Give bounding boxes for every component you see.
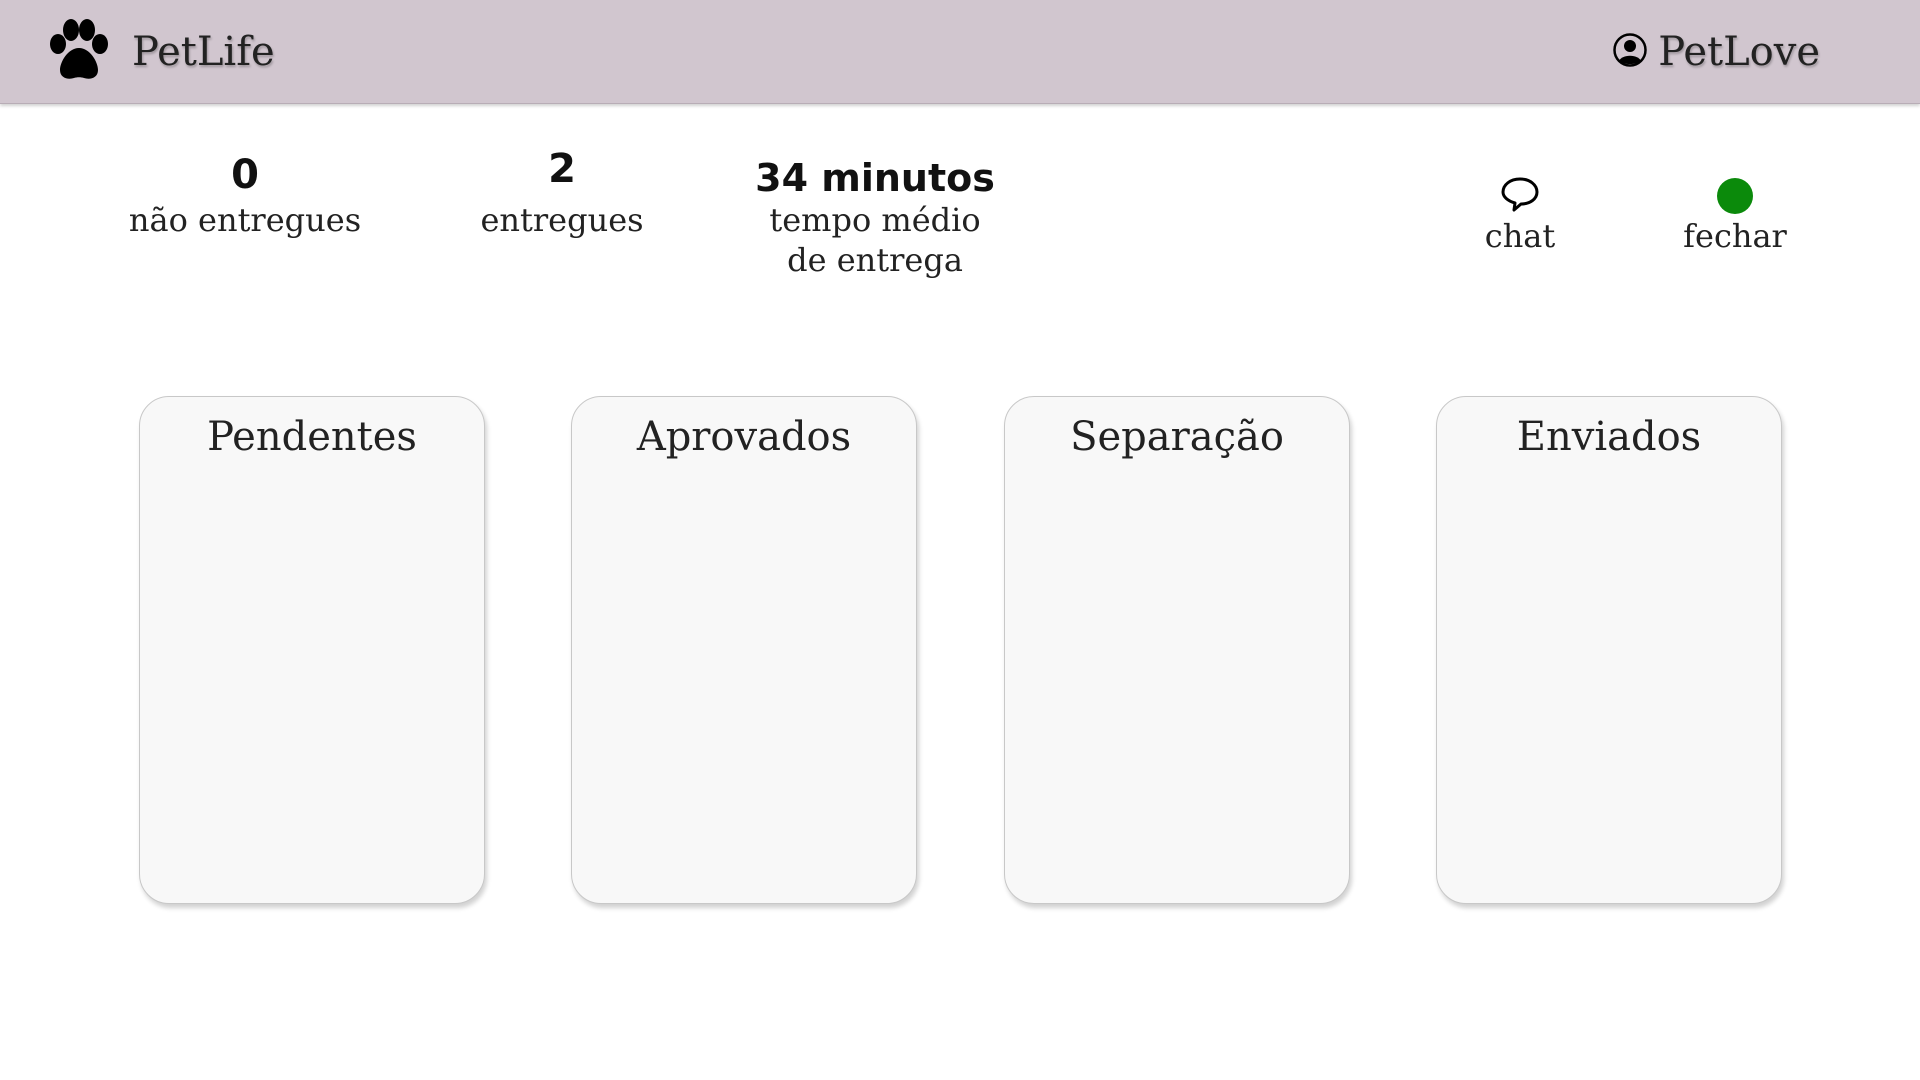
close-label: fechar — [1683, 217, 1787, 255]
column-title: Separação — [1070, 414, 1284, 460]
column-separation[interactable]: Separação — [1004, 396, 1350, 904]
column-title: Enviados — [1516, 414, 1702, 460]
paw-icon — [44, 18, 114, 86]
stat-delivered: 2 entregues — [462, 144, 662, 240]
stat-value: 2 — [548, 146, 576, 192]
stat-not-delivered: 0 não entregues — [120, 150, 370, 240]
brand[interactable]: PetLife — [44, 18, 275, 86]
chat-button[interactable]: chat — [1470, 176, 1570, 256]
column-pending[interactable]: Pendentes — [139, 396, 485, 904]
order-board: Pendentes Aprovados Separação Enviados — [139, 396, 1782, 904]
column-approved[interactable]: Aprovados — [571, 396, 917, 904]
user-menu[interactable]: PetLove — [1612, 20, 1820, 84]
speech-bubble-icon — [1500, 175, 1540, 217]
column-shipped[interactable]: Enviados — [1436, 396, 1782, 904]
stat-label: tempo médio de entrega — [769, 201, 981, 279]
app-name: PetLife — [132, 29, 275, 75]
user-name: PetLove — [1658, 29, 1820, 75]
top-bar: PetLife PetLove — [0, 0, 1920, 104]
close-store-toggle[interactable]: fechar — [1670, 176, 1800, 256]
user-circle-icon — [1612, 32, 1648, 72]
stat-average-delivery-time: 34 minutos tempo médio de entrega — [750, 156, 1000, 280]
stat-value: 0 — [231, 152, 259, 198]
column-title: Aprovados — [636, 414, 852, 460]
stat-value: 34 minutos — [755, 156, 995, 200]
stat-label: entregues — [480, 201, 644, 239]
chat-label: chat — [1484, 217, 1556, 255]
stat-label: não entregues — [128, 201, 362, 239]
status-dot-icon — [1717, 178, 1753, 214]
column-title: Pendentes — [207, 414, 417, 460]
